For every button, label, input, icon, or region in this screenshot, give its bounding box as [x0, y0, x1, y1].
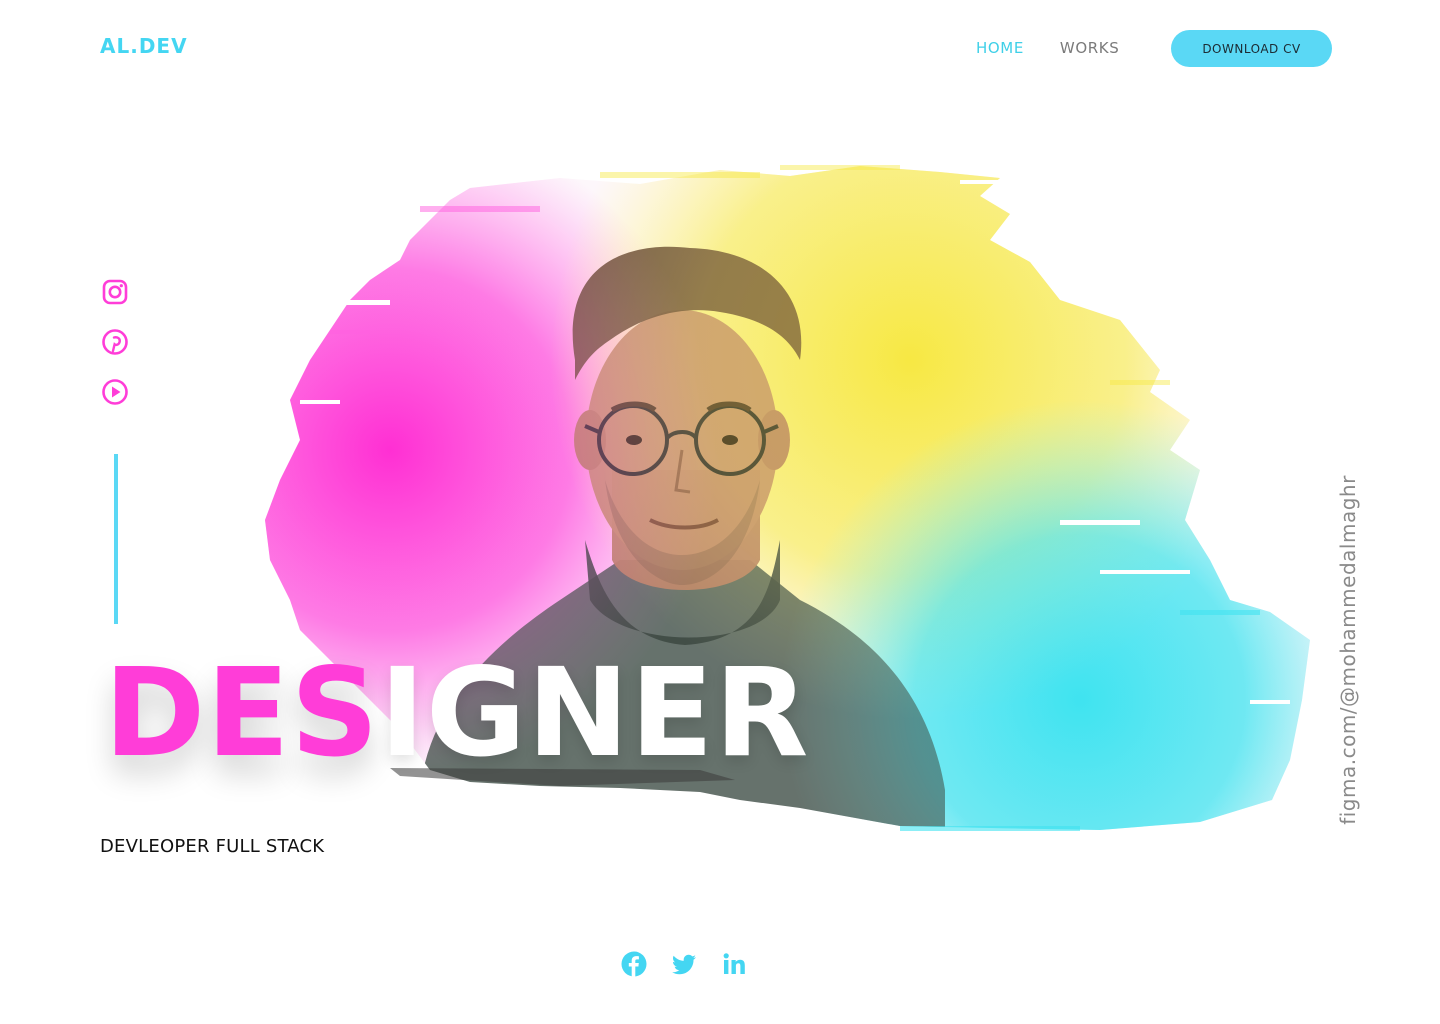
hero-title-rest: IGNER: [379, 642, 810, 784]
main-nav: HOME WORKS: [976, 39, 1119, 57]
hero-artwork: [265, 165, 1310, 831]
linkedin-icon[interactable]: [720, 950, 748, 978]
instagram-icon[interactable]: [101, 278, 129, 306]
hero-title: DESIGNER: [104, 648, 809, 778]
side-divider-line: [114, 454, 118, 624]
hero-title-highlight: DES: [104, 642, 380, 784]
logo[interactable]: AL.DEV: [100, 34, 188, 58]
page: AL.DEV HOME WORKS DOWNLOAD CV DESIGNER D…: [0, 0, 1440, 1024]
download-cv-button[interactable]: DOWNLOAD CV: [1171, 30, 1332, 67]
nav-works-link[interactable]: WORKS: [1060, 39, 1119, 57]
side-social-links: [101, 278, 129, 406]
bottom-social-links: [620, 950, 748, 978]
facebook-icon[interactable]: [620, 950, 648, 978]
pinterest-icon[interactable]: [101, 328, 129, 356]
credit-link[interactable]: figma.com/@mohammedalmaghr: [1336, 475, 1360, 825]
youtube-icon[interactable]: [101, 378, 129, 406]
nav-home-link[interactable]: HOME: [976, 39, 1024, 57]
twitter-icon[interactable]: [670, 950, 698, 978]
hero-subtitle: DEVLEOPER FULL STACK: [100, 836, 325, 857]
